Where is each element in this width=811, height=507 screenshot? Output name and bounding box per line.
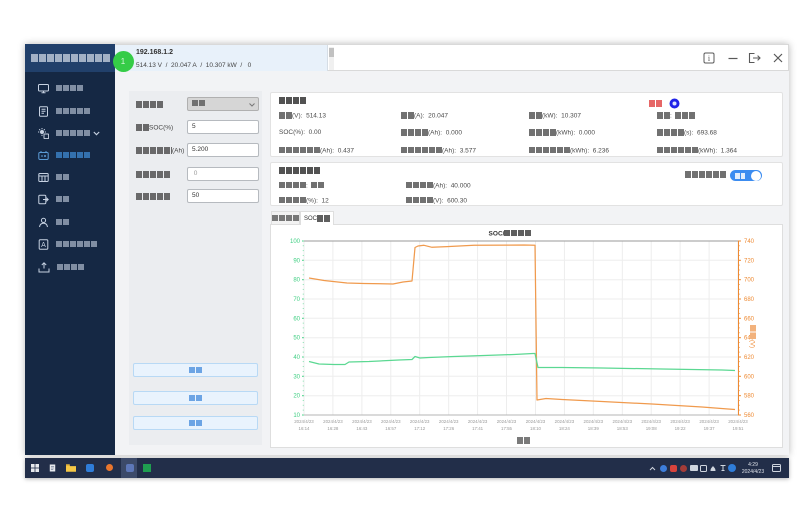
svg-text:A: A	[41, 242, 46, 249]
svg-text:2024/4/23: 2024/4/23	[323, 419, 343, 424]
svg-text:16:14: 16:14	[299, 426, 311, 431]
svg-text:2024/4/23: 2024/4/23	[699, 419, 719, 424]
svg-text:20: 20	[293, 394, 300, 400]
svg-text:30: 30	[293, 374, 300, 380]
svg-text:2024/4/23: 2024/4/23	[410, 419, 430, 424]
svg-text:18:10: 18:10	[530, 426, 542, 431]
svg-text:18:53: 18:53	[617, 426, 629, 431]
svg-text:17:41: 17:41	[472, 426, 484, 431]
svg-text:19:37: 19:37	[704, 426, 716, 431]
svg-text:80: 80	[293, 278, 300, 284]
svg-text:680: 680	[744, 297, 755, 303]
svg-text:2024/4/23: 2024/4/23	[381, 419, 401, 424]
svg-text:19:08: 19:08	[646, 426, 658, 431]
svg-text:2024/4/23: 2024/4/23	[584, 419, 604, 424]
svg-text:2024/4/23: 2024/4/23	[526, 419, 546, 424]
svg-text:100: 100	[290, 239, 301, 245]
svg-text:2024/4/23: 2024/4/23	[728, 419, 748, 424]
svg-text:17:55: 17:55	[501, 426, 513, 431]
svg-text:40: 40	[293, 355, 300, 361]
svg-text:19:22: 19:22	[675, 426, 687, 431]
svg-text:16:43: 16:43	[356, 426, 368, 431]
svg-text:720: 720	[744, 258, 755, 264]
svg-text:16:28: 16:28	[327, 426, 339, 431]
svg-text:740: 740	[744, 239, 755, 245]
svg-text:660: 660	[744, 316, 755, 322]
svg-text:580: 580	[744, 394, 755, 400]
svg-text:2024/4/23: 2024/4/23	[439, 419, 459, 424]
svg-text:17:26: 17:26	[443, 426, 455, 431]
svg-text:700: 700	[744, 278, 755, 284]
svg-text:2024/4/23: 2024/4/23	[641, 419, 661, 424]
svg-text:17:12: 17:12	[414, 426, 426, 431]
svg-text:2024/4/23: 2024/4/23	[497, 419, 517, 424]
svg-text:19:51: 19:51	[733, 426, 745, 431]
svg-text:18:24: 18:24	[559, 426, 571, 431]
svg-text:16:57: 16:57	[385, 426, 397, 431]
svg-text:90: 90	[293, 258, 300, 264]
svg-text:2024/4/23: 2024/4/23	[613, 419, 633, 424]
svg-text:2024/4/23: 2024/4/23	[294, 419, 314, 424]
svg-text:600: 600	[744, 374, 755, 380]
svg-text:70: 70	[293, 297, 300, 303]
svg-text:2024/4/23: 2024/4/23	[468, 419, 488, 424]
svg-text:60: 60	[293, 316, 300, 322]
svg-text:i: i	[708, 54, 711, 63]
svg-text:620: 620	[744, 355, 755, 361]
svg-text:18:39: 18:39	[588, 426, 600, 431]
svg-text:50: 50	[293, 336, 300, 342]
svg-text:2024/4/23: 2024/4/23	[670, 419, 690, 424]
svg-text:2024/4/23: 2024/4/23	[352, 419, 372, 424]
svg-text:(V): (V)	[749, 340, 755, 348]
svg-text:2024/4/23: 2024/4/23	[555, 419, 575, 424]
